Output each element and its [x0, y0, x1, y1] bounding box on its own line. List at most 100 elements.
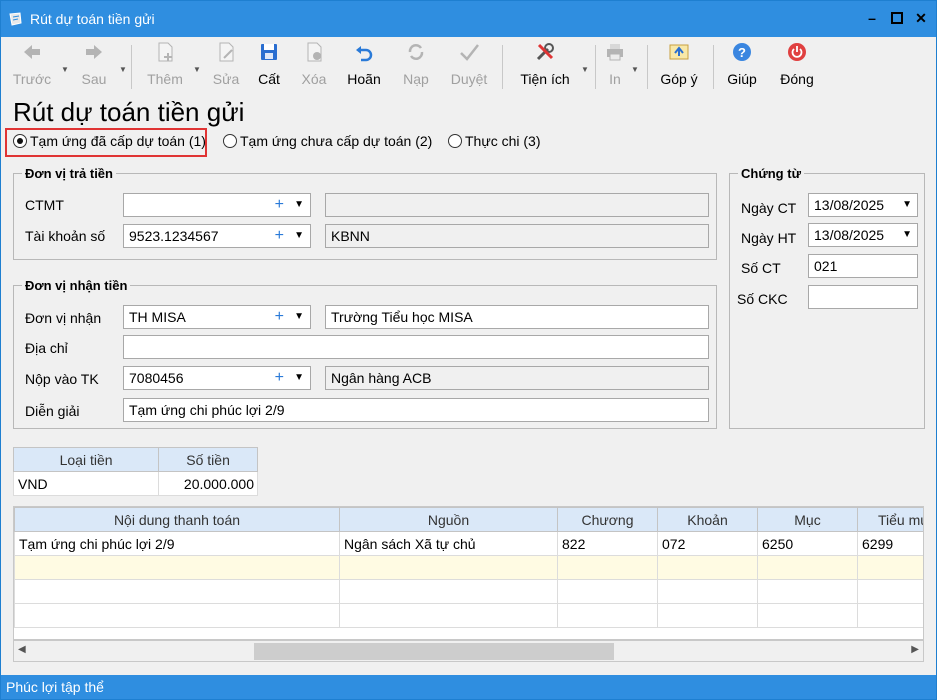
chevron-down-icon[interactable]: ▼	[294, 306, 304, 328]
chevron-down-icon[interactable]: ▼	[581, 65, 589, 74]
payer-group: Đơn vị trả tiền CTMT + ▼ Tài khoản số 95…	[13, 166, 717, 260]
arrow-right-icon	[86, 45, 102, 59]
feedback-button[interactable]: Góp ý	[657, 41, 701, 91]
title-bar: Rút dự toán tiền gửi – ✕	[1, 1, 936, 37]
radio-unchecked-icon	[448, 134, 462, 148]
chapter-header[interactable]: Chương	[557, 507, 658, 532]
chevron-down-icon[interactable]: ▼	[902, 224, 912, 246]
ckc-number-label: Số CKC	[737, 291, 788, 307]
chevron-down-icon[interactable]: ▼	[294, 225, 304, 247]
page-title: Rút dự toán tiền gửi	[13, 97, 245, 127]
item-header[interactable]: Mục	[757, 507, 858, 532]
voucher-group: Chứng từ Ngày CT 13/08/2025 ▼ Ngày HT 13…	[729, 166, 925, 429]
empty-row[interactable]	[14, 603, 923, 628]
detail-table: Nội dung thanh toán Nguồn Chương Khoản M…	[14, 507, 923, 628]
section-header[interactable]: Khoản	[657, 507, 758, 532]
radio-unchecked-icon	[223, 134, 237, 148]
tools-icon	[536, 43, 554, 61]
voucher-date-label: Ngày CT	[741, 200, 797, 216]
voucher-number-input[interactable]: 021	[808, 254, 918, 278]
next-button[interactable]: Sau ▼	[73, 41, 127, 91]
undo-button[interactable]: Hoãn	[345, 41, 383, 91]
memo-input[interactable]: Tạm ứng chi phúc lợi 2/9	[123, 398, 709, 422]
close-button[interactable]: Đóng	[777, 41, 817, 91]
plus-icon[interactable]: +	[275, 306, 284, 328]
feedback-icon	[669, 44, 689, 60]
close-window-button[interactable]: ✕	[910, 7, 932, 29]
empty-row[interactable]	[14, 579, 923, 604]
chevron-down-icon[interactable]: ▼	[61, 65, 69, 74]
toolbar-separator	[131, 45, 132, 89]
payment-content-header[interactable]: Nội dung thanh toán	[14, 507, 340, 532]
payee-unit-name[interactable]: Trường Tiểu học MISA	[325, 305, 709, 329]
app-icon	[9, 12, 22, 26]
save-button[interactable]: Cất	[253, 41, 285, 91]
add-button[interactable]: Thêm ▼	[143, 41, 201, 91]
utilities-button[interactable]: Tiện ích ▼	[515, 41, 589, 91]
chevron-down-icon[interactable]: ▼	[294, 194, 304, 216]
delete-document-icon	[307, 42, 322, 62]
posting-date-picker[interactable]: 13/08/2025 ▼	[808, 223, 918, 247]
approve-button[interactable]: Duyệt	[447, 41, 491, 91]
chevron-down-icon[interactable]: ▼	[294, 367, 304, 389]
ckc-number-input[interactable]	[808, 285, 918, 309]
help-icon: ?	[733, 43, 751, 61]
radio-advance-unallocated[interactable]: Tạm ứng chưa cấp dự toán (2)	[223, 133, 432, 149]
prev-button[interactable]: Trước ▼	[11, 41, 69, 91]
chevron-down-icon[interactable]: ▼	[902, 194, 912, 216]
chevron-down-icon[interactable]: ▼	[193, 65, 201, 74]
toolbar-separator	[595, 45, 596, 89]
arrow-left-icon	[24, 45, 40, 59]
table-row[interactable]: Tạm ứng chi phúc lợi 2/9 Ngân sách Xã tự…	[14, 531, 923, 556]
payee-unit-label: Đơn vị nhận	[25, 310, 102, 326]
address-input[interactable]	[123, 335, 709, 359]
payer-account-combo[interactable]: 9523.1234567 + ▼	[123, 224, 311, 248]
maximize-button[interactable]	[886, 7, 908, 29]
horizontal-scrollbar[interactable]: ◀ ▶	[13, 640, 924, 662]
subitem-header[interactable]: Tiểu mụ	[857, 507, 923, 532]
refresh-icon	[408, 44, 424, 60]
edit-document-icon	[219, 42, 234, 62]
app-window: Rút dự toán tiền gửi – ✕ Trước ▼ Sau ▼ T…	[0, 0, 937, 700]
toolbar-separator	[502, 45, 503, 89]
payee-account-label: Nộp vào TK	[25, 371, 99, 387]
source-header[interactable]: Nguồn	[339, 507, 558, 532]
table-row[interactable]: VND 20.000.000	[12, 471, 258, 496]
help-button[interactable]: ? Giúp	[723, 41, 761, 91]
plus-icon[interactable]: +	[275, 194, 284, 216]
undo-icon	[356, 46, 373, 62]
print-button[interactable]: In ▼	[601, 41, 639, 91]
new-row[interactable]	[14, 555, 923, 580]
ctmt-combo[interactable]: + ▼	[123, 193, 311, 217]
load-button[interactable]: Nạp	[399, 41, 433, 91]
scroll-thumb[interactable]	[254, 643, 614, 660]
memo-label: Diễn giải	[25, 403, 80, 419]
check-icon	[460, 44, 479, 61]
scroll-left-icon[interactable]: ◀	[18, 644, 26, 655]
radio-advance-allocated[interactable]: Tạm ứng đã cấp dự toán (1)	[13, 133, 206, 149]
minimize-button[interactable]: –	[861, 7, 883, 29]
voucher-date-picker[interactable]: 13/08/2025 ▼	[808, 193, 918, 217]
payee-account-combo[interactable]: 7080456 + ▼	[123, 366, 311, 390]
amount-header[interactable]: Số tiền	[158, 447, 258, 472]
delete-button[interactable]: Xóa	[297, 41, 331, 91]
payee-bank-name: Ngân hàng ACB	[325, 366, 709, 390]
address-label: Địa chỉ	[25, 340, 68, 356]
currency-type-header[interactable]: Loại tiền	[12, 447, 160, 472]
voucher-number-label: Số CT	[741, 260, 781, 276]
edit-button[interactable]: Sửa	[209, 41, 243, 91]
account-label: Tài khoản số	[25, 228, 106, 244]
plus-icon[interactable]: +	[275, 367, 284, 389]
chevron-down-icon[interactable]: ▼	[119, 65, 127, 74]
window-title: Rút dự toán tiền gửi	[30, 11, 155, 27]
scroll-right-icon[interactable]: ▶	[911, 644, 919, 655]
payee-unit-combo[interactable]: TH MISA + ▼	[123, 305, 311, 329]
plus-icon[interactable]: +	[275, 225, 284, 247]
radio-actual-spending[interactable]: Thực chi (3)	[448, 133, 541, 149]
payee-group: Đơn vị nhận tiền Đơn vị nhận TH MISA + ▼…	[13, 278, 717, 429]
radio-checked-icon	[13, 134, 27, 148]
detail-grid: Nội dung thanh toán Nguồn Chương Khoản M…	[13, 506, 924, 640]
status-bar: Phúc lợi tập thể	[1, 675, 936, 699]
chevron-down-icon[interactable]: ▼	[631, 65, 639, 74]
svg-text:?: ?	[738, 45, 746, 60]
